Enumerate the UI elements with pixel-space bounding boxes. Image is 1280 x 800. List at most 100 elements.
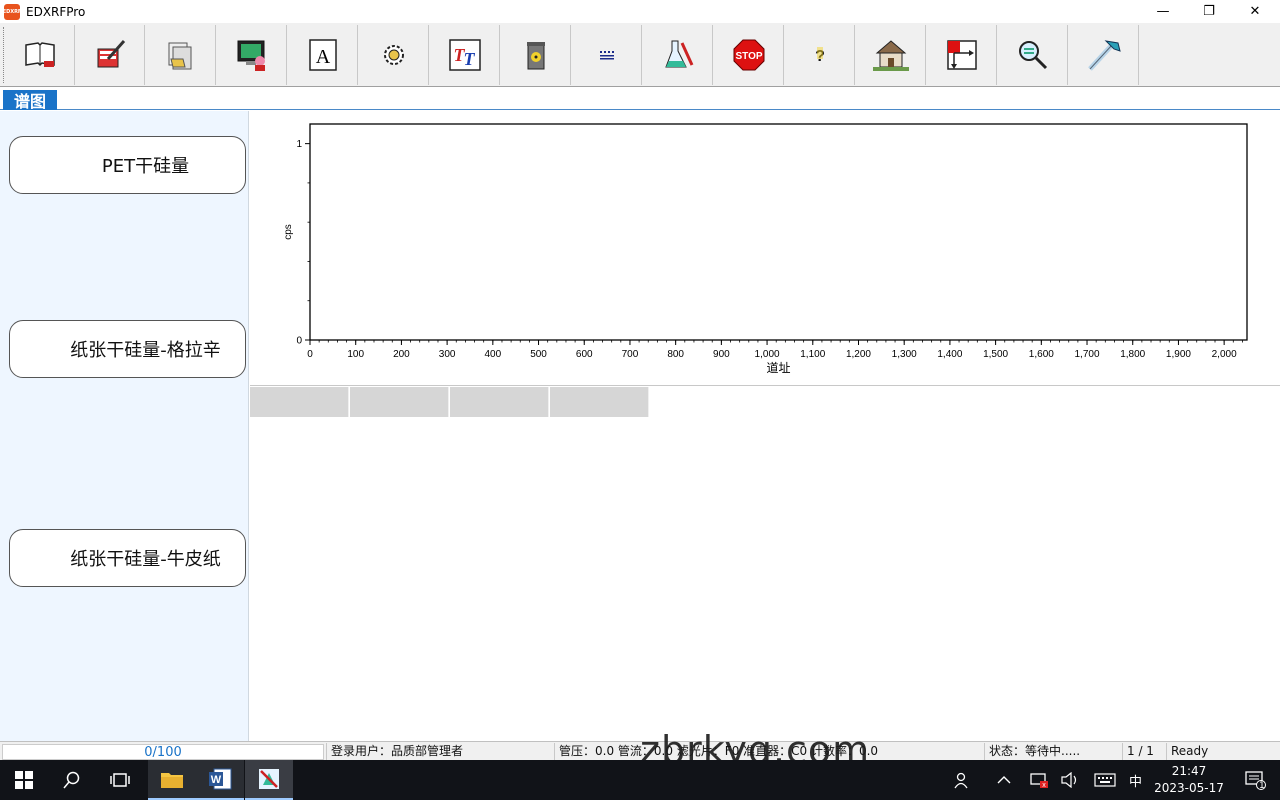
app-logo-icon: EDXRF bbox=[3, 3, 21, 20]
network-disconnected-icon: x bbox=[1030, 773, 1048, 789]
grid-header-cell[interactable] bbox=[250, 387, 349, 417]
folder-docs-icon bbox=[168, 42, 191, 70]
radiation-button[interactable] bbox=[501, 25, 571, 85]
sample-button-glassine[interactable]: 纸张干硅量-格拉辛 bbox=[9, 320, 246, 378]
x-tick-label: 1,900 bbox=[1166, 349, 1191, 360]
chart-arrow-icon bbox=[946, 40, 977, 70]
windows-logo-icon bbox=[15, 771, 33, 789]
x-tick-label: 400 bbox=[484, 349, 501, 360]
x-tick-label: 1,200 bbox=[846, 349, 871, 360]
results-grid bbox=[250, 387, 1280, 740]
house-people-icon bbox=[872, 40, 909, 71]
settings-button[interactable] bbox=[359, 25, 429, 85]
sample-button-kraft[interactable]: 纸张干硅量-牛皮纸 bbox=[9, 529, 246, 587]
x-tick-label: 1,400 bbox=[937, 349, 962, 360]
svg-text:A: A bbox=[315, 46, 330, 68]
x-tick-label: 1,100 bbox=[800, 349, 825, 360]
taskbar-file-explorer[interactable] bbox=[148, 760, 196, 800]
minimize-button[interactable]: — bbox=[1140, 0, 1186, 23]
home-button[interactable] bbox=[856, 25, 926, 85]
taskbar-edxrf[interactable] bbox=[245, 760, 293, 800]
x-tick-label: 1,000 bbox=[755, 349, 780, 360]
system-clock[interactable]: 21:47 2023-05-17 bbox=[1150, 763, 1228, 797]
sample-button-pet[interactable]: PET干硅量 bbox=[9, 136, 246, 194]
lab-flask-icon bbox=[664, 40, 693, 68]
tray-overflow-button[interactable] bbox=[986, 760, 1022, 800]
text-a-icon: A bbox=[308, 39, 337, 71]
font-tt-icon: TT bbox=[448, 39, 481, 71]
people-button[interactable] bbox=[942, 760, 982, 800]
plot-frame bbox=[309, 123, 1248, 341]
x-tick-label: 900 bbox=[713, 349, 730, 360]
svg-text:T: T bbox=[463, 49, 475, 69]
speaker-icon bbox=[1061, 772, 1077, 788]
window-title: EDXRFPro bbox=[26, 4, 86, 19]
task-view-icon bbox=[110, 773, 130, 787]
x-axis-label: 道址 bbox=[766, 361, 790, 375]
word-icon: W bbox=[209, 768, 232, 790]
search-button[interactable] bbox=[998, 25, 1068, 85]
task-view-button[interactable] bbox=[96, 760, 144, 800]
ime-indicator[interactable]: 中 bbox=[1129, 760, 1142, 800]
tab-spectrum[interactable]: 谱图 bbox=[3, 90, 57, 111]
svg-text:STOP: STOP bbox=[735, 51, 762, 62]
help-button[interactable]: ? bbox=[785, 25, 855, 85]
spectrum-bars-icon bbox=[599, 51, 614, 60]
x-tick-label: 800 bbox=[667, 349, 684, 360]
status-ready: Ready bbox=[1166, 743, 1276, 760]
clock-time: 21:47 bbox=[1171, 764, 1207, 778]
status-page: 1 / 1 bbox=[1122, 743, 1166, 760]
search-icon bbox=[63, 771, 80, 789]
open-book-button[interactable] bbox=[5, 25, 75, 85]
close-button[interactable]: ✕ bbox=[1232, 0, 1278, 23]
font-button[interactable]: TT bbox=[430, 25, 500, 85]
network-status-button[interactable]: x bbox=[1022, 760, 1056, 800]
folder-icon bbox=[161, 773, 183, 788]
x-tick-label: 200 bbox=[393, 349, 410, 360]
restore-button[interactable]: ❐ bbox=[1186, 0, 1232, 23]
grid-header-cell[interactable] bbox=[550, 387, 649, 417]
tools-button[interactable] bbox=[1069, 25, 1139, 85]
text-button[interactable]: A bbox=[288, 25, 358, 85]
main-toolbar: A TT STOP ? bbox=[0, 23, 1280, 87]
people-icon bbox=[954, 772, 968, 789]
y-axis-label: cps bbox=[283, 224, 294, 240]
y-tick-label: 0 bbox=[296, 336, 302, 347]
x-tick-label: 2,000 bbox=[1212, 349, 1237, 360]
grid-header-cell[interactable] bbox=[350, 387, 449, 417]
monitor-user-icon bbox=[237, 40, 265, 71]
taskbar-search-button[interactable] bbox=[48, 760, 96, 800]
x-tick-label: 600 bbox=[576, 349, 593, 360]
start-button[interactable] bbox=[0, 760, 48, 800]
clock-date: 2023-05-17 bbox=[1154, 781, 1224, 795]
spectrum-button[interactable] bbox=[572, 25, 642, 85]
documents-button[interactable] bbox=[146, 25, 216, 85]
svg-text:x: x bbox=[1042, 782, 1046, 789]
x-tick-label: 1,500 bbox=[983, 349, 1008, 360]
notification-center-button[interactable]: 1 bbox=[1232, 760, 1278, 800]
title-bar: EDXRF EDXRFPro — ❐ ✕ bbox=[0, 0, 1280, 23]
grid-header-cell[interactable] bbox=[450, 387, 549, 417]
x-tick-label: 1,800 bbox=[1120, 349, 1145, 360]
monitor-button[interactable] bbox=[217, 25, 287, 85]
progress-counter: 0/100 bbox=[2, 744, 324, 760]
sample-list-panel: PET干硅量 纸张干硅量-格拉辛 纸张干硅量-牛皮纸 bbox=[0, 111, 249, 741]
radiation-bin-icon bbox=[526, 42, 545, 70]
x-tick-label: 1,700 bbox=[1075, 349, 1100, 360]
keyboard-icon bbox=[1094, 773, 1116, 787]
open-book-icon bbox=[24, 42, 55, 67]
x-tick-label: 300 bbox=[439, 349, 456, 360]
taskbar-word[interactable]: W bbox=[196, 760, 244, 800]
edit-button[interactable] bbox=[75, 25, 145, 85]
chevron-up-icon bbox=[997, 776, 1011, 784]
lab-button[interactable] bbox=[643, 25, 713, 85]
notification-count: 1 bbox=[1259, 781, 1265, 791]
x-tick-label: 100 bbox=[347, 349, 364, 360]
stop-button[interactable]: STOP bbox=[714, 25, 784, 85]
volume-button[interactable] bbox=[1054, 760, 1086, 800]
keyboard-button[interactable] bbox=[1088, 760, 1122, 800]
status-user: 登录用户：品质部管理者 bbox=[326, 743, 554, 760]
stop-sign-icon: STOP bbox=[733, 39, 764, 71]
export-chart-button[interactable] bbox=[927, 25, 997, 85]
spectrum-chart[interactable]: 0 100 200 300 400 500 600 700 800 900 1,000 1,100 1,… bbox=[250, 111, 1280, 386]
